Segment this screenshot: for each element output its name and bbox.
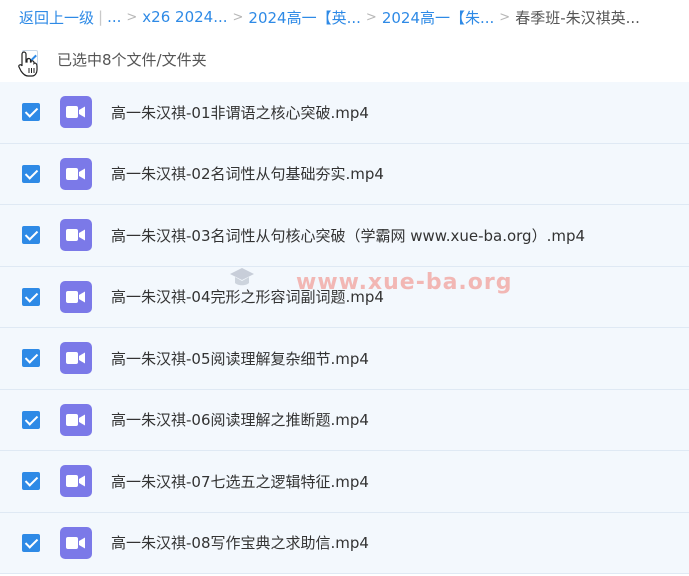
chevron-right-icon: >: [365, 9, 377, 25]
breadcrumb-item[interactable]: 2024高一【英...: [248, 7, 360, 28]
file-name[interactable]: 高一朱汉祺-03名词性从句核心突破（学霸网 www.xue-ba.org）.mp…: [111, 225, 585, 246]
row-checkbox[interactable]: [22, 103, 40, 122]
breadcrumb-item[interactable]: 2024高一【朱...: [382, 7, 494, 28]
selection-count-text: 已选中8个文件/文件夹: [57, 51, 207, 69]
file-name[interactable]: 高一朱汉祺-02名词性从句基础夯实.mp4: [111, 163, 384, 184]
breadcrumb: 返回上一级 | ... > x26 2024... > 2024高一【英... …: [0, 0, 689, 34]
file-name[interactable]: 高一朱汉祺-08写作宝典之求助信.mp4: [111, 532, 369, 553]
video-icon: [60, 342, 92, 375]
video-icon: [60, 96, 92, 129]
hand-pointer-icon: [18, 51, 38, 77]
video-icon: [60, 465, 92, 498]
row-checkbox[interactable]: [22, 226, 40, 245]
file-name[interactable]: 高一朱汉祺-01非谓语之核心突破.mp4: [111, 102, 369, 123]
row-checkbox[interactable]: [22, 164, 40, 183]
back-link[interactable]: 返回上一级: [19, 7, 94, 28]
watermark-text: www.xue-ba.org: [296, 270, 513, 295]
file-name[interactable]: 高一朱汉祺-06阅读理解之推断题.mp4: [111, 409, 369, 430]
row-checkbox[interactable]: [22, 287, 40, 306]
chevron-right-icon: >: [126, 9, 138, 25]
file-row[interactable]: 高一朱汉祺-02名词性从句基础夯实.mp4: [0, 143, 689, 205]
chevron-right-icon: >: [499, 9, 511, 25]
file-name[interactable]: 高一朱汉祺-05阅读理解复杂细节.mp4: [111, 348, 369, 369]
breadcrumb-divider: |: [98, 8, 104, 26]
video-icon: [60, 280, 92, 313]
row-checkbox[interactable]: [22, 472, 40, 491]
video-icon: [60, 157, 92, 190]
row-checkbox[interactable]: [22, 533, 40, 552]
video-icon: [60, 526, 92, 559]
breadcrumb-ellipsis[interactable]: ...: [107, 8, 121, 26]
file-row[interactable]: 高一朱汉祺-07七选五之逻辑特征.mp4: [0, 451, 689, 513]
file-list: 高一朱汉祺-01非谓语之核心突破.mp4 高一朱汉祺-02名词性从句基础夯实.m…: [0, 82, 689, 574]
selection-bar: 已选中8个文件/文件夹: [0, 40, 689, 77]
file-row[interactable]: 高一朱汉祺-01非谓语之核心突破.mp4: [0, 82, 689, 144]
file-row[interactable]: 高一朱汉祺-03名词性从句核心突破（学霸网 www.xue-ba.org）.mp…: [0, 205, 689, 267]
file-row[interactable]: 高一朱汉祺-05阅读理解复杂细节.mp4: [0, 328, 689, 390]
file-row[interactable]: 高一朱汉祺-08写作宝典之求助信.mp4: [0, 512, 689, 574]
breadcrumb-item[interactable]: x26 2024...: [142, 8, 227, 26]
graduation-cap-icon: [230, 268, 254, 286]
video-icon: [60, 219, 92, 252]
row-checkbox[interactable]: [22, 410, 40, 429]
file-name[interactable]: 高一朱汉祺-07七选五之逻辑特征.mp4: [111, 471, 369, 492]
chevron-right-icon: >: [232, 9, 244, 25]
video-icon: [60, 403, 92, 436]
row-checkbox[interactable]: [22, 349, 40, 368]
breadcrumb-current: 春季班-朱汉祺英...: [515, 8, 640, 27]
file-row[interactable]: 高一朱汉祺-06阅读理解之推断题.mp4: [0, 389, 689, 451]
